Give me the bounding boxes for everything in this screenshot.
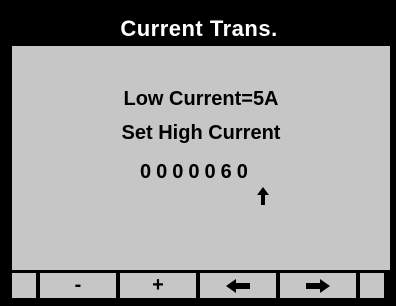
softkey-minus[interactable]: - [38,270,118,298]
softkey-right-blank[interactable] [358,270,386,298]
device-screen: Current Trans. Low Current=5A Set High C… [0,0,396,306]
high-current-value-field[interactable]: 0000060 [140,161,253,184]
set-high-current-label: Set High Current [121,122,281,144]
plus-label: + [152,274,164,296]
left-arrow-icon [225,278,251,294]
up-arrow-icon [256,186,270,206]
minus-label: - [74,274,82,296]
title-bar: Current Trans. [12,12,386,46]
screen-title: Current Trans. [120,16,278,41]
softkey-plus[interactable]: + [118,270,198,298]
softkey-left-arrow[interactable] [198,270,278,298]
low-current-label: Low Current=5A [123,88,279,110]
softkey-left-blank[interactable] [10,270,38,298]
softkey-bar: - + [10,270,388,298]
content-panel: Low Current=5A Set High Current 0000060 [10,46,392,270]
right-arrow-icon [305,278,331,294]
softkey-right-arrow[interactable] [278,270,358,298]
